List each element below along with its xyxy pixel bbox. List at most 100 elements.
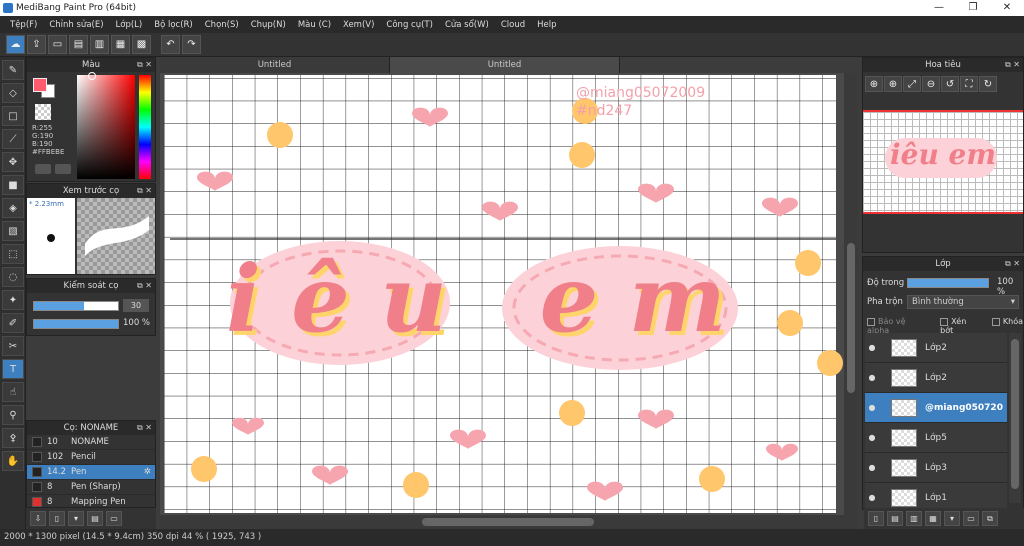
canvas-viewport[interactable]: iêu em iêu em @miang05072009 #nd247 xyxy=(160,73,844,515)
hand-tool-icon[interactable]: ✋ xyxy=(2,451,24,471)
duplicate-layer-icon[interactable]: ▦ xyxy=(925,511,941,526)
close-icon[interactable]: ⧉ ✕ xyxy=(137,184,152,198)
new-brush-icon[interactable]: ▯ xyxy=(49,511,65,526)
menu-filter[interactable]: Bộ lọc(R) xyxy=(148,20,199,30)
rotate-right-icon[interactable]: ↻ xyxy=(979,76,997,92)
menu-select[interactable]: Chọn(S) xyxy=(199,20,245,30)
foreground-color-swatch[interactable] xyxy=(33,78,47,92)
new-halftone-layer-icon[interactable]: ▤ xyxy=(887,511,903,526)
brush-item[interactable]: 10 NONAME xyxy=(27,435,155,450)
close-button[interactable]: ✕ xyxy=(990,0,1024,16)
zoom-actual-icon[interactable]: ⤢ xyxy=(903,76,921,92)
operation-tool-icon[interactable]: ☝ xyxy=(2,382,24,402)
color-mode-button-2[interactable] xyxy=(55,164,71,174)
menu-color[interactable]: Màu (C) xyxy=(292,20,337,30)
zoom-out-icon[interactable]: ⊖ xyxy=(922,76,940,92)
brush-size-value[interactable]: 30 xyxy=(123,299,149,312)
undo-icon[interactable]: ↶ xyxy=(161,35,180,54)
page-icon[interactable]: ▥ xyxy=(90,35,109,54)
grid-icon[interactable]: ▩ xyxy=(132,35,151,54)
add-brush-icon[interactable]: ▾ xyxy=(68,511,84,526)
menu-window[interactable]: Cửa sổ(W) xyxy=(439,20,495,30)
minimize-button[interactable]: — xyxy=(922,0,956,16)
tab-untitled-1[interactable]: Untitled xyxy=(160,57,390,73)
cloud-icon[interactable]: ☁ xyxy=(6,35,25,54)
brush-size-slider[interactable] xyxy=(33,301,119,311)
eye-icon[interactable]: ● xyxy=(865,463,879,472)
layer-row[interactable]: ● Lớp5 xyxy=(865,423,1007,453)
folder-icon[interactable]: ▭ xyxy=(106,511,122,526)
vertical-scroll-thumb[interactable] xyxy=(847,243,855,393)
select-eraser-tool-icon[interactable]: ✂ xyxy=(2,336,24,356)
close-icon[interactable]: ⧉ ✕ xyxy=(137,279,152,293)
gear-icon[interactable]: ✲ xyxy=(144,467,151,477)
brush-item[interactable]: 14.2 Pen ✲ xyxy=(27,465,155,480)
eyedropper-tool-icon[interactable]: ⚲ xyxy=(2,405,24,425)
navigator-thumbnail[interactable]: iêu em xyxy=(863,110,1023,214)
eye-icon[interactable]: ● xyxy=(865,373,879,382)
vertical-scrollbar[interactable] xyxy=(844,73,858,515)
brush-item[interactable]: 102 Pencil xyxy=(27,450,155,465)
brush-item[interactable]: 8 Mapping Pen xyxy=(27,495,155,507)
fill-rect-tool-icon[interactable]: ■ xyxy=(2,175,24,195)
transparent-swatch[interactable] xyxy=(35,104,51,120)
close-icon[interactable]: ⧉ ✕ xyxy=(1005,58,1020,72)
lasso-tool-icon[interactable]: ◌ xyxy=(2,267,24,287)
layer-scrollbar[interactable] xyxy=(1009,333,1021,503)
menu-help[interactable]: Help xyxy=(531,20,562,30)
share-icon[interactable]: ⇪ xyxy=(27,35,46,54)
line-tool-icon[interactable]: ⟋ xyxy=(2,129,24,149)
document-icon[interactable]: ▤ xyxy=(69,35,88,54)
zoom-fit-icon[interactable]: ⊕ xyxy=(865,76,883,92)
delete-layer-icon[interactable]: ⧉ xyxy=(982,511,998,526)
hue-slider[interactable] xyxy=(139,75,151,179)
select-rect-tool-icon[interactable]: ⬚ xyxy=(2,244,24,264)
menu-file[interactable]: Tệp(F) xyxy=(4,20,43,30)
magic-wand-tool-icon[interactable]: ✦ xyxy=(2,290,24,310)
eye-icon[interactable]: ● xyxy=(865,403,879,412)
gradient-tool-icon[interactable]: ▧ xyxy=(2,221,24,241)
comment-icon[interactable]: ▭ xyxy=(48,35,67,54)
layer-menu-icon[interactable]: ▾ xyxy=(944,511,960,526)
layer-row[interactable]: ● Lớp3 xyxy=(865,453,1007,483)
horizontal-scrollbar[interactable] xyxy=(160,515,858,529)
menu-view[interactable]: Xem(V) xyxy=(337,20,380,30)
rotate-left-icon[interactable]: ↺ xyxy=(941,76,959,92)
panel-icon[interactable]: ▦ xyxy=(111,35,130,54)
pen-select-tool-icon[interactable]: ⚴ xyxy=(2,428,24,448)
brush-item[interactable]: 8 Pen (Sharp) xyxy=(27,480,155,495)
layer-row[interactable]: ● Lớp2 xyxy=(865,363,1007,393)
text-tool-icon[interactable]: T xyxy=(2,359,24,379)
blend-mode-select[interactable]: Bình thường ▾ xyxy=(907,295,1019,309)
zoom-in-icon[interactable]: ⊕ xyxy=(884,76,902,92)
new-layer-icon[interactable]: ▯ xyxy=(868,511,884,526)
brush-opacity-slider[interactable] xyxy=(33,319,119,329)
rectangle-tool-icon[interactable]: □ xyxy=(2,106,24,126)
menu-edit[interactable]: Chỉnh sửa(E) xyxy=(43,20,109,30)
menu-tools[interactable]: Công cụ(T) xyxy=(380,20,439,30)
close-icon[interactable]: ⧉ ✕ xyxy=(137,58,152,72)
layer-opacity-slider[interactable] xyxy=(907,278,989,288)
tab-untitled-2[interactable]: Untitled xyxy=(390,57,620,73)
eye-icon[interactable]: ● xyxy=(865,343,879,352)
bucket-tool-icon[interactable]: ◈ xyxy=(2,198,24,218)
fit-icon[interactable]: ⛶ xyxy=(960,76,978,92)
brush-settings-icon[interactable]: ▤ xyxy=(87,511,103,526)
eraser-tool-icon[interactable]: ◇ xyxy=(2,83,24,103)
redo-icon[interactable]: ↷ xyxy=(182,35,201,54)
menu-snap[interactable]: Chụp(N) xyxy=(245,20,292,30)
maximize-button[interactable]: ❐ xyxy=(956,0,990,16)
layer-row[interactable]: ● Lớp2 xyxy=(865,333,1007,363)
select-pen-tool-icon[interactable]: ✐ xyxy=(2,313,24,333)
layer-folder-icon[interactable]: ▭ xyxy=(963,511,979,526)
close-icon[interactable]: ⧉ ✕ xyxy=(1005,257,1020,271)
menu-layer[interactable]: Lớp(L) xyxy=(110,20,149,30)
menu-cloud[interactable]: Cloud xyxy=(495,20,531,30)
move-tool-icon[interactable]: ✥ xyxy=(2,152,24,172)
layer-row[interactable]: ● @miang050720 xyxy=(865,393,1007,423)
eye-icon[interactable]: ● xyxy=(865,433,879,442)
cloud-download-icon[interactable]: ⇩ xyxy=(30,511,46,526)
new-8bit-layer-icon[interactable]: ▥ xyxy=(906,511,922,526)
brush-tool-icon[interactable]: ✎ xyxy=(2,60,24,80)
color-mode-button[interactable] xyxy=(35,164,51,174)
